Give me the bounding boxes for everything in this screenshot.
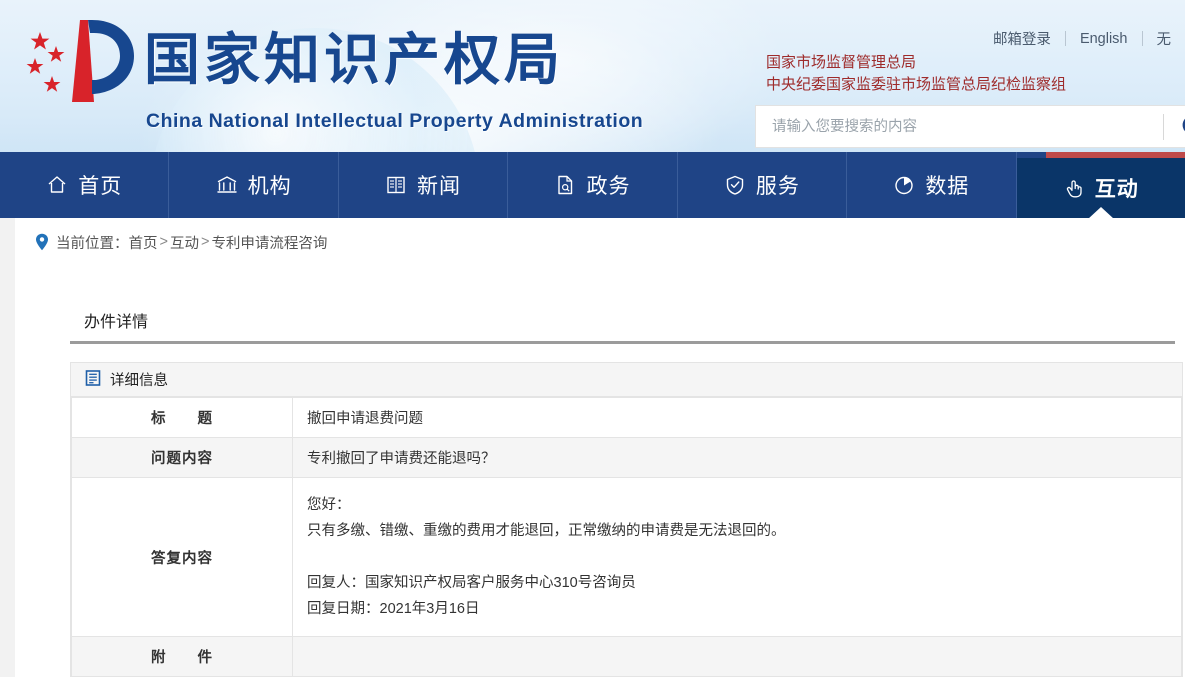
breadcrumb-item-interaction[interactable]: 互动 [170, 232, 199, 253]
reply-blank-line [307, 544, 1181, 570]
detail-panel: 详细信息 标 题 撤回申请退费问题 问题内容 专利撤回了申请费还能退吗？ 答复内… [70, 362, 1183, 677]
nav-item-data[interactable]: 数据 [847, 152, 1017, 218]
nav-item-interaction[interactable]: 互动 [1016, 158, 1185, 219]
top-link-accessibility[interactable]: 无 [1143, 28, 1185, 49]
pie-chart-icon [893, 174, 915, 196]
tab-case-detail[interactable]: 办件详情 [70, 302, 163, 344]
nav-item-home[interactable]: 首页 [0, 152, 170, 218]
site-header: 国家知识产权局 China National Intellectual Prop… [0, 0, 1185, 152]
nav-item-services[interactable]: 服务 [678, 152, 848, 218]
site-logo[interactable]: 国家知识产权局 China National Intellectual Prop… [18, 14, 643, 133]
nav-label: 机构 [247, 175, 292, 198]
breadcrumb-item-current[interactable]: 专利申请流程咨询 [211, 232, 327, 253]
logo-chinese-title: 国家知识产权局 [144, 28, 564, 91]
nav-label: 服务 [755, 175, 800, 198]
affiliate-link-samr[interactable]: 国家市场监督管理总局 [766, 52, 1066, 74]
nav-label: 首页 [78, 175, 123, 198]
reply-line-responder: 回复人：国家知识产权局客户服务中心310号咨询员 [307, 575, 636, 591]
nav-item-organization[interactable]: 机构 [169, 152, 339, 218]
breadcrumb-separator: > [200, 234, 210, 250]
bank-icon [216, 174, 238, 196]
row-value-reply: 您好： 只有多缴、错缴、重缴的费用才能退回，正常缴纳的申请费是无法退回的。 回复… [292, 477, 1182, 637]
table-row: 附 件 [71, 636, 1182, 677]
home-icon [46, 174, 68, 196]
nav-label: 新闻 [417, 175, 462, 198]
document-search-icon [554, 174, 576, 196]
nav-label: 数据 [925, 175, 970, 198]
breadcrumb-item-home[interactable]: 首页 [129, 232, 158, 253]
affiliate-links: 国家市场监督管理总局 中央纪委国家监委驻市场监管总局纪检监察组 [766, 52, 1066, 96]
row-label-question: 问题内容 [71, 437, 293, 478]
reply-line: 只有多缴、错缴、重缴的费用才能退回，正常缴纳的申请费是无法退回的。 [307, 523, 786, 539]
hand-pointer-icon [1063, 177, 1085, 199]
row-label-title: 标 题 [71, 397, 293, 438]
location-pin-icon [35, 233, 49, 251]
table-row: 问题内容 专利撤回了申请费还能退吗？ [71, 437, 1182, 478]
reply-line-date: 回复日期：2021年3月16日 [307, 601, 480, 617]
main-content-area: 办件详情 详细信息 标 题 撤回申请退费问题 问题内容 专利撤回了申请费还能退吗… [0, 266, 1185, 677]
nav-item-news[interactable]: 新闻 [339, 152, 509, 218]
breadcrumb: 当前位置： 首页 > 互动 > 专利申请流程咨询 [15, 218, 1185, 266]
site-search [755, 105, 1185, 148]
row-value-title: 撤回申请退费问题 [292, 397, 1182, 438]
tab-bar: 办件详情 [70, 302, 1175, 344]
breadcrumb-bar: 当前位置： 首页 > 互动 > 专利申请流程咨询 [0, 218, 1185, 266]
row-label-reply: 答复内容 [71, 477, 293, 637]
main-navigation: 首页 机构 新闻 政务 服务 数据 互动 [0, 152, 1185, 219]
detail-table: 标 题 撤回申请退费问题 问题内容 专利撤回了申请费还能退吗？ 答复内容 您好：… [71, 397, 1182, 677]
row-value-question: 专利撤回了申请费还能退吗？ [292, 437, 1182, 478]
search-icon [1182, 118, 1185, 131]
top-utility-links: 邮箱登录 English 无 [979, 28, 1185, 49]
top-link-email-login[interactable]: 邮箱登录 [979, 28, 1065, 49]
shield-check-icon [724, 174, 746, 196]
nav-item-government-affairs[interactable]: 政务 [508, 152, 678, 218]
nav-label: 互动 [1094, 178, 1139, 201]
reply-line: 您好： [307, 497, 351, 513]
detail-panel-title: 详细信息 [110, 373, 168, 389]
breadcrumb-prefix: 当前位置： [56, 235, 129, 252]
logo-english-title: China National Intellectual Property Adm… [146, 110, 644, 132]
search-button[interactable] [1164, 106, 1185, 147]
nav-active-indicator [1087, 207, 1114, 219]
breadcrumb-separator: > [159, 234, 168, 250]
detail-panel-header: 详细信息 [71, 363, 1182, 397]
affiliate-link-discipline-group[interactable]: 中央纪委国家监委驻市场监管总局纪检监察组 [766, 74, 1066, 96]
list-document-icon [85, 369, 101, 390]
table-row: 标 题 撤回申请退费问题 [71, 397, 1182, 438]
cnipa-emblem-icon [26, 20, 134, 102]
newspaper-icon [385, 174, 407, 196]
top-link-english[interactable]: English [1066, 31, 1142, 47]
nav-label: 政务 [586, 175, 631, 198]
table-row: 答复内容 您好： 只有多缴、错缴、重缴的费用才能退回，正常缴纳的申请费是无法退回… [71, 477, 1182, 637]
row-label-attachment: 附 件 [71, 636, 293, 677]
tab-label: 办件详情 [84, 314, 149, 331]
search-input[interactable] [756, 106, 1163, 147]
row-value-attachment [292, 636, 1182, 677]
